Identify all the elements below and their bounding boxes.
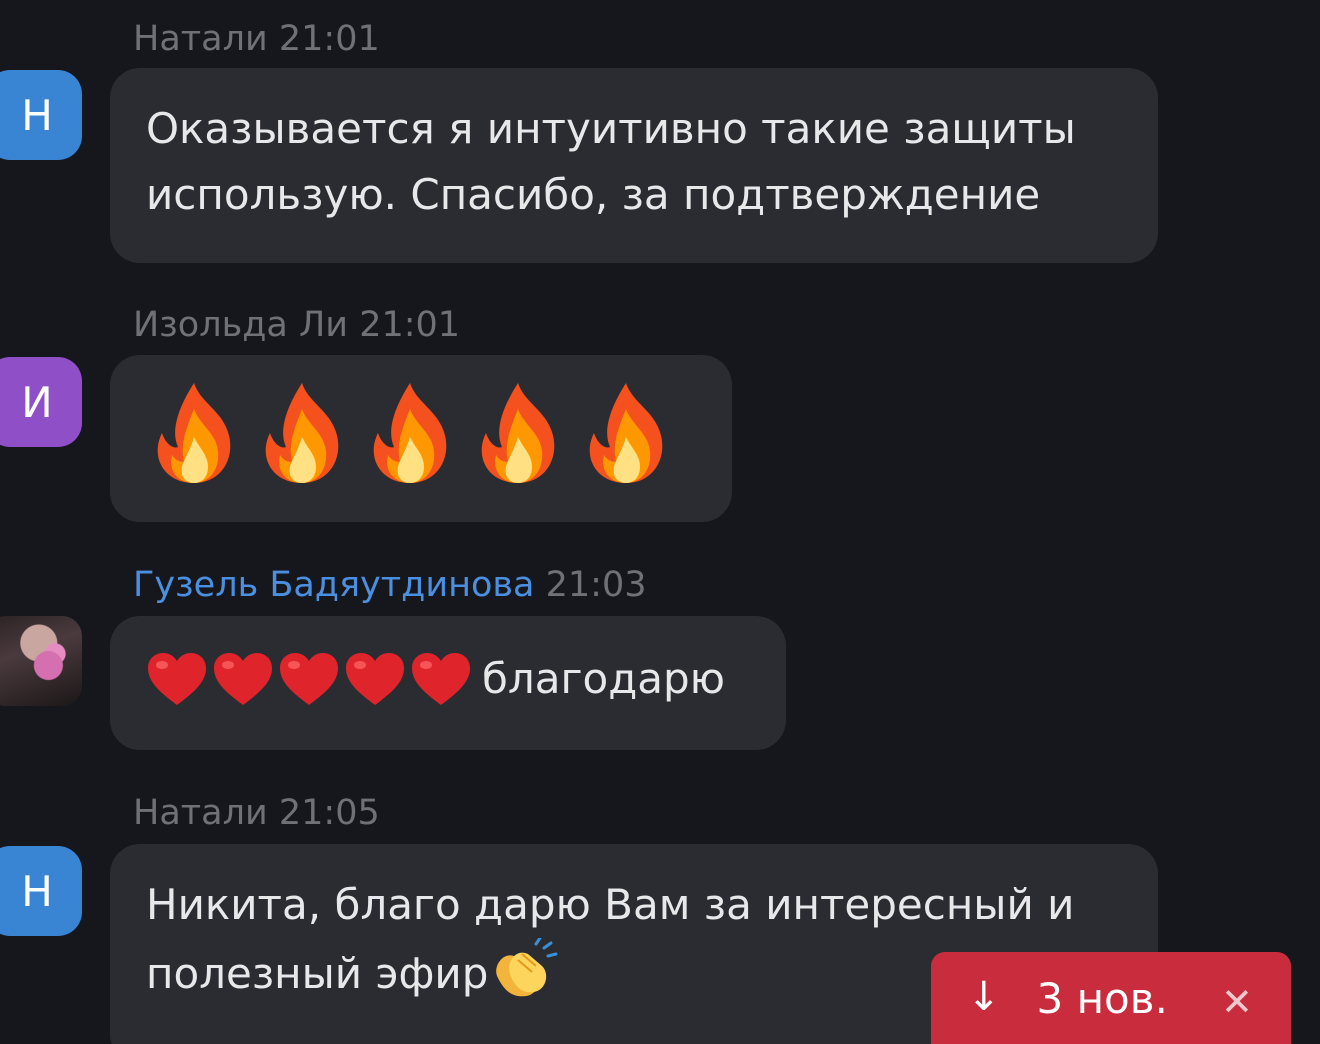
author-name[interactable]: Натали — [133, 19, 268, 59]
avatar[interactable] — [0, 616, 82, 706]
message-time: 21:05 — [278, 793, 380, 833]
message-meta: Натали 21:01 — [133, 22, 380, 57]
message-text-line: использую. Спасибо, за подтверждение — [146, 170, 1041, 219]
heart-icon — [412, 653, 470, 705]
message-text-line: Никита, благо дарю Вам за интересный и — [146, 880, 1075, 929]
message-time: 21:03 — [545, 565, 647, 605]
author-name[interactable]: Гузель Бадяутдинова — [133, 565, 534, 605]
avatar[interactable]: Н — [0, 70, 82, 160]
emoji-row: благодарю — [146, 646, 750, 712]
message-time: 21:01 — [359, 305, 461, 345]
message-meta: Изольда Ли 21:01 — [133, 308, 460, 343]
avatar[interactable]: И — [0, 357, 82, 447]
message-meta: Натали 21:05 — [133, 796, 380, 831]
new-messages-button[interactable]: ↓ 3 нов. ✕ — [931, 952, 1291, 1044]
fire-icon — [373, 383, 447, 483]
heart-icon — [346, 653, 404, 705]
emoji-row — [144, 379, 698, 487]
avatar-letter: Н — [21, 90, 53, 140]
message-text-line: Оказывается я интуитивно такие защиты — [146, 104, 1076, 153]
fire-icon — [589, 383, 663, 483]
fire-icon — [481, 383, 555, 483]
avatar-letter: И — [21, 377, 53, 427]
message-text: благодарю — [482, 654, 726, 703]
clapping-hands-icon — [496, 938, 558, 997]
arrow-down-icon: ↓ — [967, 974, 1001, 1020]
new-messages-count: 3 нов. — [1036, 973, 1168, 1023]
avatar-letter: Н — [21, 866, 53, 916]
message-bubble: Оказывается я интуитивно такие защиты ис… — [110, 68, 1158, 263]
close-icon[interactable]: ✕ — [1221, 980, 1253, 1024]
author-name[interactable]: Изольда Ли — [133, 305, 348, 345]
heart-emojis — [146, 651, 472, 707]
avatar[interactable]: Н — [0, 846, 82, 936]
fire-icon — [157, 383, 231, 483]
message-time: 21:01 — [278, 19, 380, 59]
chat-feed: Натали 21:01 Н Оказывается я интуитивно … — [0, 0, 1320, 1044]
message-bubble — [110, 355, 732, 522]
message-text-line-2: полезный эфир — [146, 949, 489, 998]
author-name[interactable]: Натали — [133, 793, 268, 833]
heart-icon — [148, 653, 206, 705]
fire-icon — [265, 383, 339, 483]
message-meta: Гузель Бадяутдинова 21:03 — [133, 568, 646, 603]
message-bubble: благодарю — [110, 616, 786, 750]
heart-icon — [280, 653, 338, 705]
heart-icon — [214, 653, 272, 705]
